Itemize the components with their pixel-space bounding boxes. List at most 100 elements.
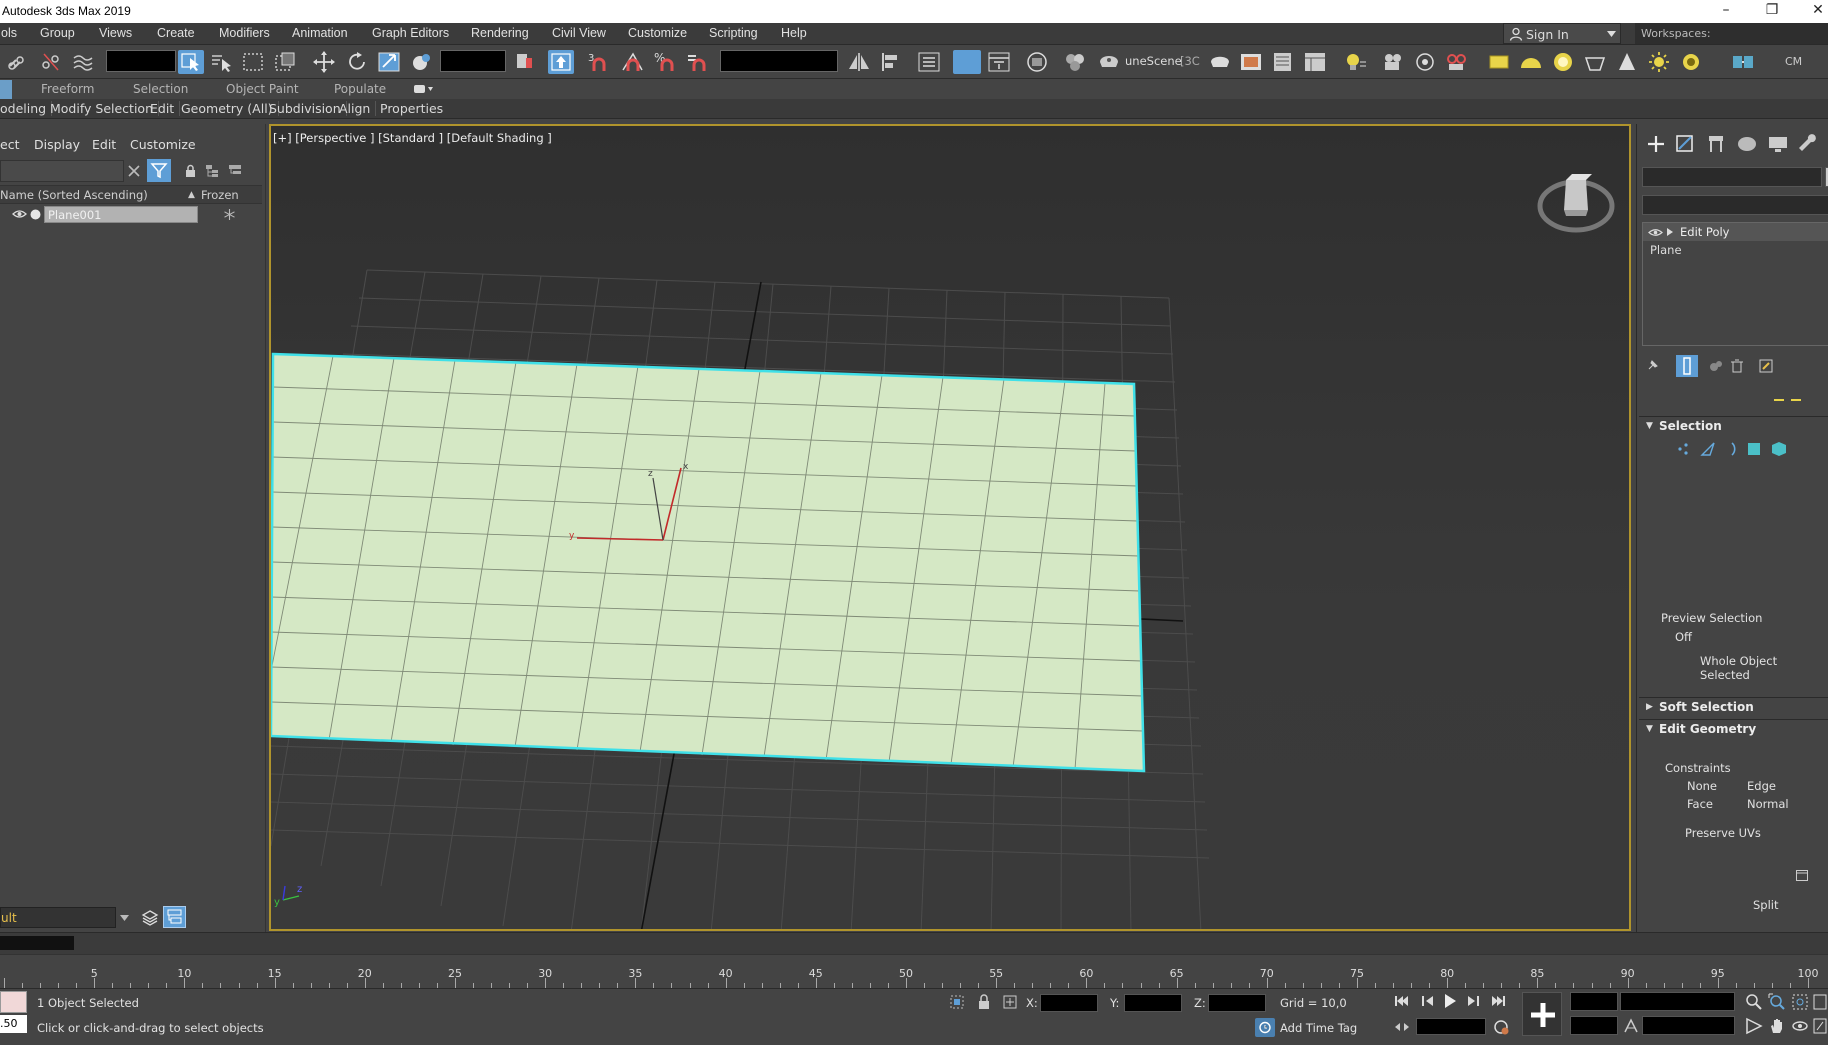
tab-display[interactable] [1764,132,1792,156]
menu-graph-editors[interactable]: Graph Editors [372,26,449,40]
selection-lock-icon[interactable] [977,994,991,1010]
object-name-field[interactable] [1642,167,1822,187]
expand-arrow-icon[interactable] [1667,228,1673,236]
minimize-button[interactable]: – [1706,0,1746,23]
menu-tools[interactable]: ols [1,26,17,40]
play-icon[interactable] [1443,993,1457,1009]
set-key-filter-field[interactable] [1570,992,1618,1011]
maxscript-mini-field[interactable]: .50 [0,1015,27,1033]
teapot-icon[interactable] [1582,50,1608,74]
explorer-menu-customize[interactable]: Customize [130,137,196,152]
cone-icon[interactable] [1614,50,1640,74]
bind-space-warp-icon[interactable] [70,50,96,74]
y-coord-field[interactable] [1124,994,1182,1012]
orbit-icon[interactable] [1791,1017,1809,1035]
column-frozen-header[interactable]: Frozen [201,188,239,202]
time-configuration-icon[interactable] [1492,1018,1510,1036]
restore-button[interactable]: ❐ [1752,0,1792,23]
layer-hierarchy-icon[interactable] [228,164,243,178]
zoom-all-icon[interactable] [1768,993,1786,1011]
add-time-tag-text[interactable]: Add Time Tag [1280,1021,1357,1035]
zoom-extents-icon[interactable] [1791,993,1809,1011]
tab-modify[interactable] [1671,132,1699,156]
explorer-menu-edit[interactable]: Edit [92,137,116,152]
current-frame-field[interactable] [1416,1018,1486,1035]
explorer-menu-display[interactable]: Display [34,137,80,152]
modifier-stack-item-edit-poly[interactable]: Edit Poly [1643,223,1828,241]
trackbar[interactable]: 5 10 15 20 25 30 35 40 45 50 55 60 65 70 75 80 85 90 95 100 [0,954,1828,988]
pan-hand-icon[interactable] [1768,1017,1786,1035]
eye-icon[interactable] [1648,228,1663,237]
trash-icon[interactable] [1730,358,1744,374]
box-primitive-icon[interactable] [1486,50,1512,74]
constraint-edge-option[interactable]: Edge [1747,779,1776,793]
auto-key-field[interactable] [1570,1016,1618,1035]
lock-icon[interactable] [184,164,197,178]
rotate-icon[interactable] [344,50,370,74]
snowflake-icon[interactable] [224,209,235,220]
ribbon-tab-modeling[interactable] [0,80,12,99]
perspective-viewport[interactable]: [+] [Perspective ] [Standard ] [Default … [269,124,1631,931]
ribbon-panel-align[interactable]: Align [339,101,377,116]
scale-icon[interactable] [376,50,402,74]
toggle-ribbon-icon[interactable] [953,50,981,74]
constraint-normal-option[interactable]: Normal [1747,797,1789,811]
menu-customize[interactable]: Customize [628,26,687,40]
menu-animation[interactable]: Animation [292,26,348,40]
key-filter-dropdown[interactable] [1620,992,1735,1011]
show-end-result-button[interactable] [1676,355,1698,377]
tab-motion[interactable] [1733,132,1761,156]
constraint-face-option[interactable]: Face [1687,797,1713,811]
sign-in-button[interactable]: Sign In [1503,23,1621,44]
explorer-menu-select[interactable]: ect [0,137,19,152]
go-to-end-icon[interactable] [1490,994,1506,1008]
explorer-search-input[interactable] [0,160,124,182]
tab-utilities[interactable] [1795,132,1823,156]
clear-search-icon[interactable] [127,164,141,178]
menu-help[interactable]: Help [781,26,807,40]
ribbon-panel-subdivision[interactable]: Subdivision [269,101,347,116]
select-by-name-icon[interactable] [208,50,234,74]
layer-selector[interactable]: ult [0,907,116,928]
reel-icon[interactable] [1444,50,1470,74]
ribbon-panel-modify-selection[interactable]: Modify Selection [50,101,159,116]
mirror-icon[interactable] [846,50,872,74]
angle-snap-icon[interactable] [620,50,646,74]
ribbon-panel-properties[interactable]: Properties [380,101,448,116]
window-crossing-icon[interactable] [272,50,298,74]
move-icon[interactable] [311,50,337,74]
camera-icon[interactable] [1380,50,1406,74]
filter-button[interactable] [147,159,171,182]
snaps-toggle-icon[interactable]: 3 [586,50,612,74]
ribbon-options-icon[interactable] [414,84,434,94]
viewcube-icon[interactable] [1537,140,1617,220]
sky-light-icon[interactable] [1678,50,1704,74]
render-icon[interactable] [1207,50,1233,74]
zoom-extents-all-icon[interactable] [1812,993,1828,1011]
menu-scripting[interactable]: Scripting [709,26,758,40]
column-name-header[interactable]: Name (Sorted Ascending) [0,188,148,202]
chevron-down-icon[interactable] [120,915,129,921]
next-frame-icon[interactable] [1466,994,1482,1008]
align-icon[interactable] [878,50,904,74]
ribbon-tab-populate[interactable]: Populate [334,82,386,96]
rendered-frame-window-icon[interactable] [1238,50,1264,74]
scene-name-label[interactable]: uneScene [1125,54,1182,68]
sun-light-icon[interactable] [1646,50,1672,74]
table-row[interactable]: Plane001 [0,206,262,223]
menu-civil-view[interactable]: Civil View [552,26,606,40]
time-slider-knob[interactable] [0,936,74,950]
percent-snap-icon[interactable]: % [652,50,678,74]
ribbon-panel-geometry-all[interactable]: Geometry (All) [181,101,279,116]
rollout-edit-geometry[interactable]: ▼ Edit Geometry [1639,719,1828,738]
hemisphere-icon[interactable] [1518,50,1544,74]
viewport-layout-icon[interactable] [1270,50,1296,74]
key-mode-icon[interactable] [1394,1020,1410,1034]
menu-views[interactable]: Views [99,26,132,40]
menu-group[interactable]: Group [40,26,75,40]
pivot-center-icon[interactable] [512,50,538,74]
tab-hierarchy[interactable] [1702,132,1730,156]
close-button[interactable]: ✕ [1798,0,1828,23]
rectangular-selection-icon[interactable] [240,50,266,74]
z-coord-field[interactable] [1208,994,1266,1012]
